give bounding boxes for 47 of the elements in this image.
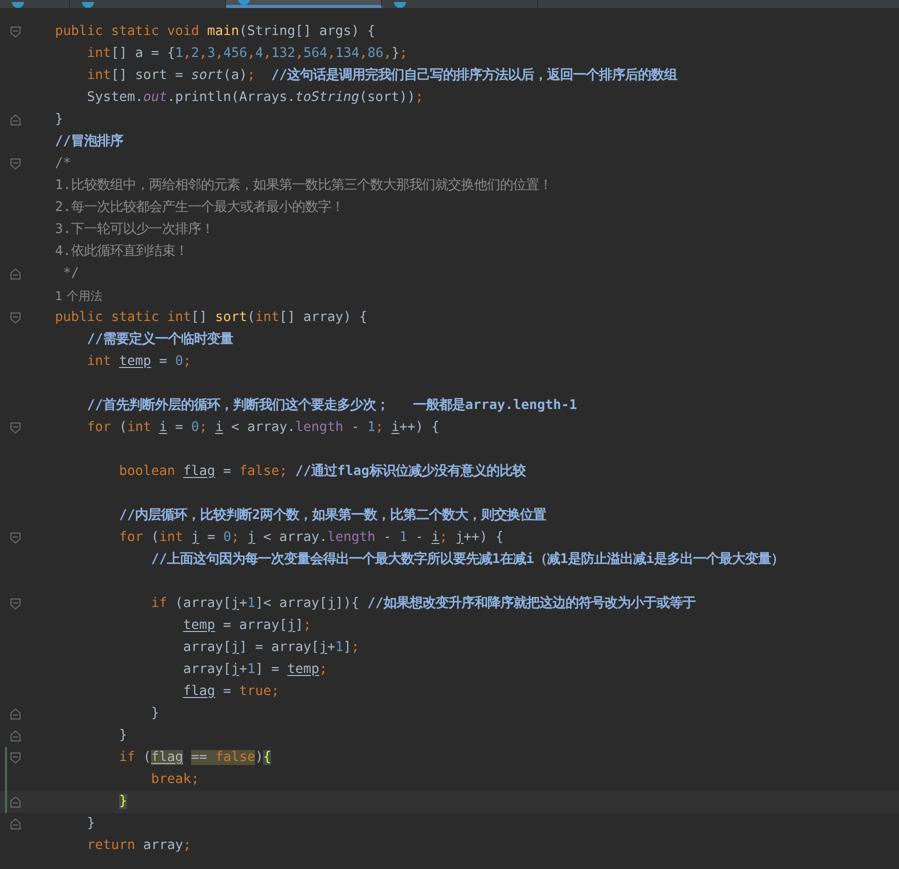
fold-icon[interactable] xyxy=(10,598,21,610)
code-line: boolean flag = false; //通过flag标识位减少没有意义的比较 xyxy=(118,462,526,481)
code-line: System.out.println(Arrays.toString(sort)); xyxy=(86,89,424,107)
fold-icon[interactable] xyxy=(10,422,21,434)
code-line: public static void main(String[] args) { xyxy=(54,23,376,41)
code-line: */ xyxy=(62,265,80,283)
fold-icon[interactable] xyxy=(10,114,21,126)
fold-icon[interactable] xyxy=(10,532,21,544)
code-line: //首先判断外层的循环，判断我们这个要走多少次； 一般都是array.length-1 xyxy=(86,396,578,415)
code-line: array[j+1] = temp; xyxy=(182,661,328,679)
code-line: 2.每一次比较都会产生一个最大或者最小的数字！ xyxy=(54,198,344,217)
code-line: 1.比较数组中，两给相邻的元素，如果第一数比第三个数大那我们就交换他们的位置！ xyxy=(54,176,552,195)
code-line: //冒泡排序 xyxy=(54,132,124,151)
fold-icon[interactable] xyxy=(10,818,21,830)
code-line: int temp = 0; xyxy=(86,353,192,371)
editor-tab[interactable] xyxy=(226,0,382,8)
code-line: public static int[] sort(int[] array) { xyxy=(54,309,368,327)
fold-icon[interactable] xyxy=(10,268,21,280)
fold-icon[interactable] xyxy=(10,708,21,720)
code-line: 4.依此循环直到结束！ xyxy=(54,242,188,261)
code-line: 3.下一轮可以少一次排序！ xyxy=(54,220,214,239)
code-line: int[] sort = sort(a); //这句话是调用完我们自己写的排序方法以后，返回一个排序后的数组 xyxy=(86,66,678,85)
code-line: } xyxy=(118,727,128,745)
code-line: if (flag == false){ xyxy=(118,749,272,767)
code-line: array[j] = array[j+1]; xyxy=(182,639,360,657)
code-line: } xyxy=(54,111,64,129)
fold-icon[interactable] xyxy=(10,752,21,764)
fold-icon[interactable] xyxy=(10,26,21,38)
code-line: 1 个用法 xyxy=(54,288,102,305)
code-line: //需要定义一个临时变量 xyxy=(86,330,234,349)
fold-icon[interactable] xyxy=(10,730,21,742)
code-line: for (int i = 0; i < array.length - 1; i++) { xyxy=(86,419,440,437)
fold-icon[interactable] xyxy=(10,796,21,808)
fold-icon[interactable] xyxy=(10,312,21,324)
code-line: for (int j = 0; j < array.length - 1 - i; j++) { xyxy=(118,529,504,547)
fold-icon[interactable] xyxy=(10,158,21,170)
code-line: return array; xyxy=(86,837,192,855)
code-line: /* xyxy=(54,155,72,173)
code-line: break; xyxy=(150,771,200,789)
code-line: temp = array[j]; xyxy=(182,617,312,635)
code-line: if (array[j+1]< array[j]){ //如果想改变升序和降序就把这边的符号改为小于或等于 xyxy=(150,594,696,613)
code-line: } xyxy=(86,815,96,833)
code-line: //上面这句因为每一次变量会得出一个最大数字所以要先减1在减i（减1是防止溢出减i是多出一个最大变量） xyxy=(150,550,784,569)
code-line: flag = true; xyxy=(182,683,280,701)
code-line: int[] a = {1,2,3,456,4,132,564,134,86,}; xyxy=(86,45,408,63)
code-line: } xyxy=(150,705,160,723)
code-line: //内层循环，比较判断2两个数，如果第一数，比第二个数大，则交换位置 xyxy=(118,506,546,525)
